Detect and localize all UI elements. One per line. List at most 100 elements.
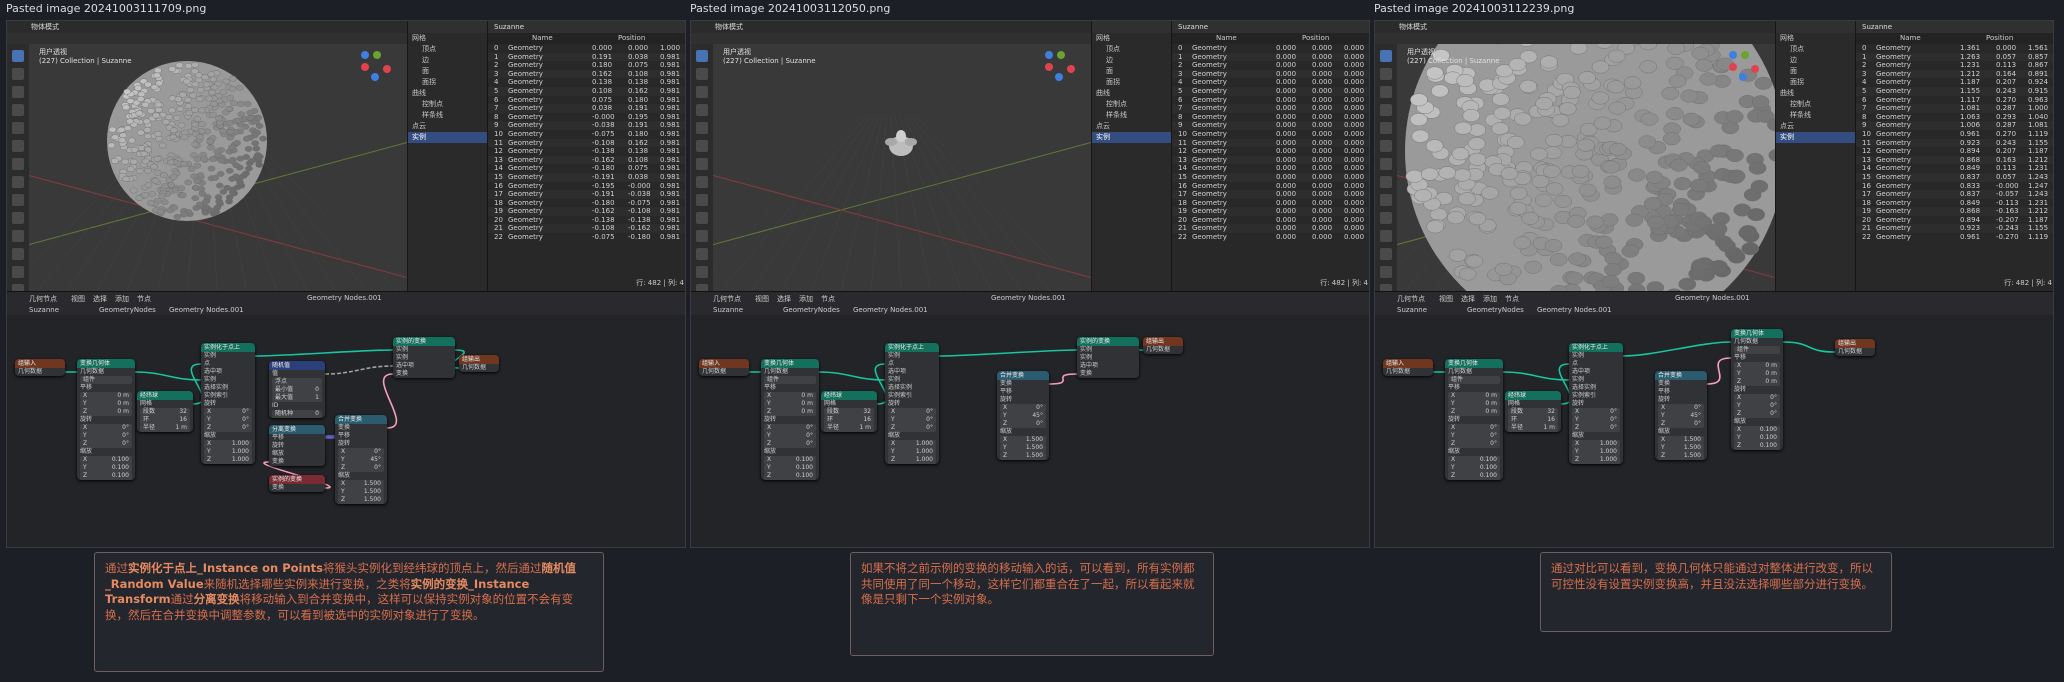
domain-item[interactable]: 曲线 bbox=[1092, 88, 1172, 99]
ico-sphere-node[interactable]: 经纬球 网格 段数 32 环 16 半径 1 m bbox=[1505, 391, 1561, 432]
tool-icon[interactable] bbox=[12, 248, 24, 260]
node-field[interactable]: X 0° bbox=[1658, 404, 1704, 412]
node-field[interactable]: 半径 1 m bbox=[824, 424, 874, 432]
node-field[interactable]: Y 0 m bbox=[80, 400, 132, 408]
domain-item[interactable]: 样条线 bbox=[1776, 110, 1856, 121]
editor-type[interactable]: 几何节点 bbox=[29, 294, 57, 304]
node-field[interactable]: 段数 32 bbox=[140, 408, 190, 416]
menu-0[interactable]: 视图 bbox=[1439, 294, 1453, 304]
node-field[interactable]: Y 0 m bbox=[1734, 370, 1780, 378]
menu-3[interactable]: 节点 bbox=[1505, 294, 1519, 304]
tool-icon[interactable] bbox=[12, 194, 24, 206]
ico-sphere-node[interactable]: 经纬球 网格 段数 32 环 16 半径 1 m bbox=[137, 391, 193, 432]
viewport-3d[interactable]: 物体模式 用户透视 (227) Collection | Suzanne bbox=[1375, 21, 1775, 291]
navigation-gizmo[interactable] bbox=[1041, 49, 1077, 85]
tool-icon[interactable] bbox=[12, 104, 24, 116]
editor-type[interactable]: 几何节点 bbox=[1397, 294, 1425, 304]
node-field[interactable]: Y 45° bbox=[1658, 412, 1704, 420]
node-field[interactable]: 组件 bbox=[1734, 346, 1780, 354]
node-field[interactable]: Z 0.100 bbox=[1734, 442, 1780, 450]
ico-sphere-node[interactable]: 经纬球 网格 段数 32 环 16 半径 1 m bbox=[821, 391, 877, 432]
node-field[interactable]: Z 0° bbox=[80, 440, 132, 448]
node-field[interactable]: Z 0° bbox=[1658, 420, 1704, 428]
node-field[interactable]: Y 45° bbox=[338, 456, 384, 464]
node-field[interactable]: Z 0° bbox=[204, 424, 252, 432]
node-field[interactable]: X 1.000 bbox=[204, 440, 252, 448]
menu-1[interactable]: 选择 bbox=[1461, 294, 1475, 304]
node-field[interactable]: 浮点 bbox=[272, 378, 322, 386]
node-field[interactable]: Z 1.000 bbox=[1572, 456, 1620, 464]
node-field[interactable]: 半径 1 m bbox=[1508, 424, 1558, 432]
domain-item[interactable]: 面 bbox=[408, 66, 488, 77]
domain-item[interactable]: 面拐 bbox=[1092, 77, 1172, 88]
group-output-node[interactable]: 组输出 几何数据 bbox=[1143, 337, 1183, 354]
tool-icon[interactable] bbox=[1380, 158, 1392, 170]
domain-item[interactable]: 控制点 bbox=[1092, 99, 1172, 110]
node-field[interactable]: Z 0.100 bbox=[764, 472, 816, 480]
tool-icon[interactable] bbox=[1380, 212, 1392, 224]
node-tree-select[interactable]: Geometry Nodes.001 bbox=[991, 294, 1066, 302]
tool-icon[interactable] bbox=[1380, 194, 1392, 206]
tool-icon[interactable] bbox=[12, 266, 24, 278]
menu-0[interactable]: 视图 bbox=[755, 294, 769, 304]
gizmo-axis-icon[interactable] bbox=[1741, 51, 1749, 59]
domain-item[interactable]: 控制点 bbox=[1776, 99, 1856, 110]
node-field[interactable]: Z 1.000 bbox=[204, 456, 252, 464]
domain-item[interactable]: 网格 bbox=[408, 33, 488, 44]
node-field[interactable]: X 1.500 bbox=[1000, 436, 1046, 444]
node-field[interactable]: Y 1.500 bbox=[338, 488, 384, 496]
menu-1[interactable]: 选择 bbox=[93, 294, 107, 304]
node-field[interactable]: Z 0° bbox=[1734, 410, 1780, 418]
breadcrumb-item[interactable]: Suzanne bbox=[713, 306, 743, 314]
node-field[interactable]: X 0 m bbox=[1448, 392, 1500, 400]
breadcrumb-item[interactable]: Suzanne bbox=[29, 306, 59, 314]
node-field[interactable]: Y 0° bbox=[888, 416, 936, 424]
domain-item[interactable]: 控制点 bbox=[408, 99, 488, 110]
mode-select[interactable]: 物体模式 bbox=[31, 22, 59, 32]
tool-icon[interactable] bbox=[696, 194, 708, 206]
gizmo-axis-icon[interactable] bbox=[1045, 63, 1053, 71]
node-field[interactable]: 段数 32 bbox=[824, 408, 874, 416]
node-field[interactable]: Y 0° bbox=[764, 432, 816, 440]
node-field[interactable]: X 0° bbox=[1734, 394, 1780, 402]
tool-icon[interactable] bbox=[696, 86, 708, 98]
tool-icon[interactable] bbox=[696, 68, 708, 80]
viewport-3d[interactable]: 物体模式 用户透视 (227) Collection | Suzanne bbox=[7, 21, 407, 291]
tool-icon[interactable] bbox=[12, 176, 24, 188]
menu-2[interactable]: 添加 bbox=[115, 294, 129, 304]
domain-item[interactable]: 面 bbox=[1776, 66, 1856, 77]
gizmo-axis-icon[interactable] bbox=[1729, 63, 1737, 71]
tool-icon[interactable] bbox=[696, 158, 708, 170]
domain-item[interactable]: 边 bbox=[1092, 55, 1172, 66]
tool-icon[interactable] bbox=[1380, 248, 1392, 260]
domain-item[interactable]: 点云 bbox=[408, 121, 488, 132]
tool-icon[interactable] bbox=[1380, 104, 1392, 116]
node-field[interactable]: X 0.100 bbox=[764, 456, 816, 464]
instance-on-points-node[interactable]: 实例化于点上 实例点选中项 实例 选择实例 实例索引 旋转 X 0° Y 0° Z 0° 缩放 X 1.00… bbox=[1569, 343, 1623, 464]
tool-icon[interactable] bbox=[1380, 68, 1392, 80]
node-field[interactable]: Y 0 m bbox=[764, 400, 816, 408]
gizmo-axis-icon[interactable] bbox=[1067, 65, 1075, 73]
node-field[interactable]: 段数 32 bbox=[1508, 408, 1558, 416]
domain-item[interactable]: 实例 bbox=[1092, 132, 1172, 143]
node-field[interactable]: Z 0° bbox=[764, 440, 816, 448]
node-field[interactable]: Z 1.500 bbox=[1658, 452, 1704, 460]
domain-item[interactable]: 边 bbox=[1776, 55, 1856, 66]
tool-icon[interactable] bbox=[12, 140, 24, 152]
node-field[interactable]: 组件 bbox=[1448, 376, 1500, 384]
node-field[interactable]: X 1.000 bbox=[1572, 440, 1620, 448]
tool-icon[interactable] bbox=[12, 86, 24, 98]
tool-icon[interactable] bbox=[12, 212, 24, 224]
domain-item[interactable]: 顶点 bbox=[408, 44, 488, 55]
transform-geometry-node[interactable]: 变换几何体 几何数据 组件 平移 X 0 mY0 mZ0 m 旋转 X 0° Y 0° Z 0° 缩放 X 0… bbox=[77, 359, 135, 480]
node-field[interactable]: X 0.100 bbox=[1734, 426, 1780, 434]
node-field[interactable]: Y 0.100 bbox=[764, 464, 816, 472]
node-field[interactable]: 环 16 bbox=[824, 416, 874, 424]
transform-geometry-node[interactable]: 变换几何体 几何数据 组件 平移 X 0 mY0 mZ0 m 旋转 X 0° Y 0° Z 0° 缩放 X 0… bbox=[761, 359, 819, 480]
domain-item[interactable]: 实例 bbox=[1776, 132, 1856, 143]
node-field[interactable]: X 0.100 bbox=[80, 456, 132, 464]
editor-type[interactable]: 几何节点 bbox=[713, 294, 741, 304]
gizmo-axis-icon[interactable] bbox=[1055, 73, 1063, 81]
node-field[interactable]: Y 0 m bbox=[1448, 400, 1500, 408]
tool-icon[interactable] bbox=[1380, 50, 1392, 62]
